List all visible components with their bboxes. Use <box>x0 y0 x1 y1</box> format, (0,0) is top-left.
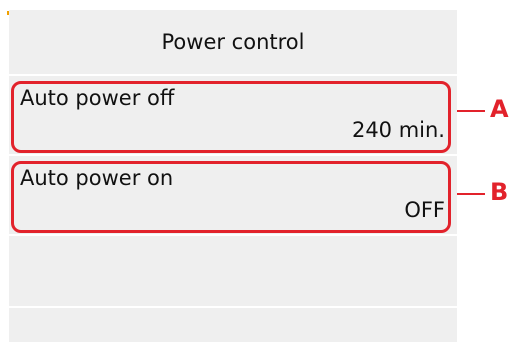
page-title: Power control <box>161 30 305 54</box>
callout-highlight-b <box>11 161 451 233</box>
callout-line-b <box>457 193 485 195</box>
callout-line-a <box>457 110 485 112</box>
callout-highlight-a <box>11 81 451 153</box>
menu-item-auto-power-off[interactable]: Auto power off 240 min. <box>9 74 457 154</box>
callout-label-a: A <box>490 95 509 123</box>
menu-item-auto-power-on[interactable]: Auto power on OFF <box>9 154 457 234</box>
printer-lcd-screen: Power control Auto power off 240 min. Au… <box>9 10 457 342</box>
empty-row <box>9 234 457 306</box>
empty-row <box>9 306 457 342</box>
callout-label-b: B <box>490 178 509 206</box>
